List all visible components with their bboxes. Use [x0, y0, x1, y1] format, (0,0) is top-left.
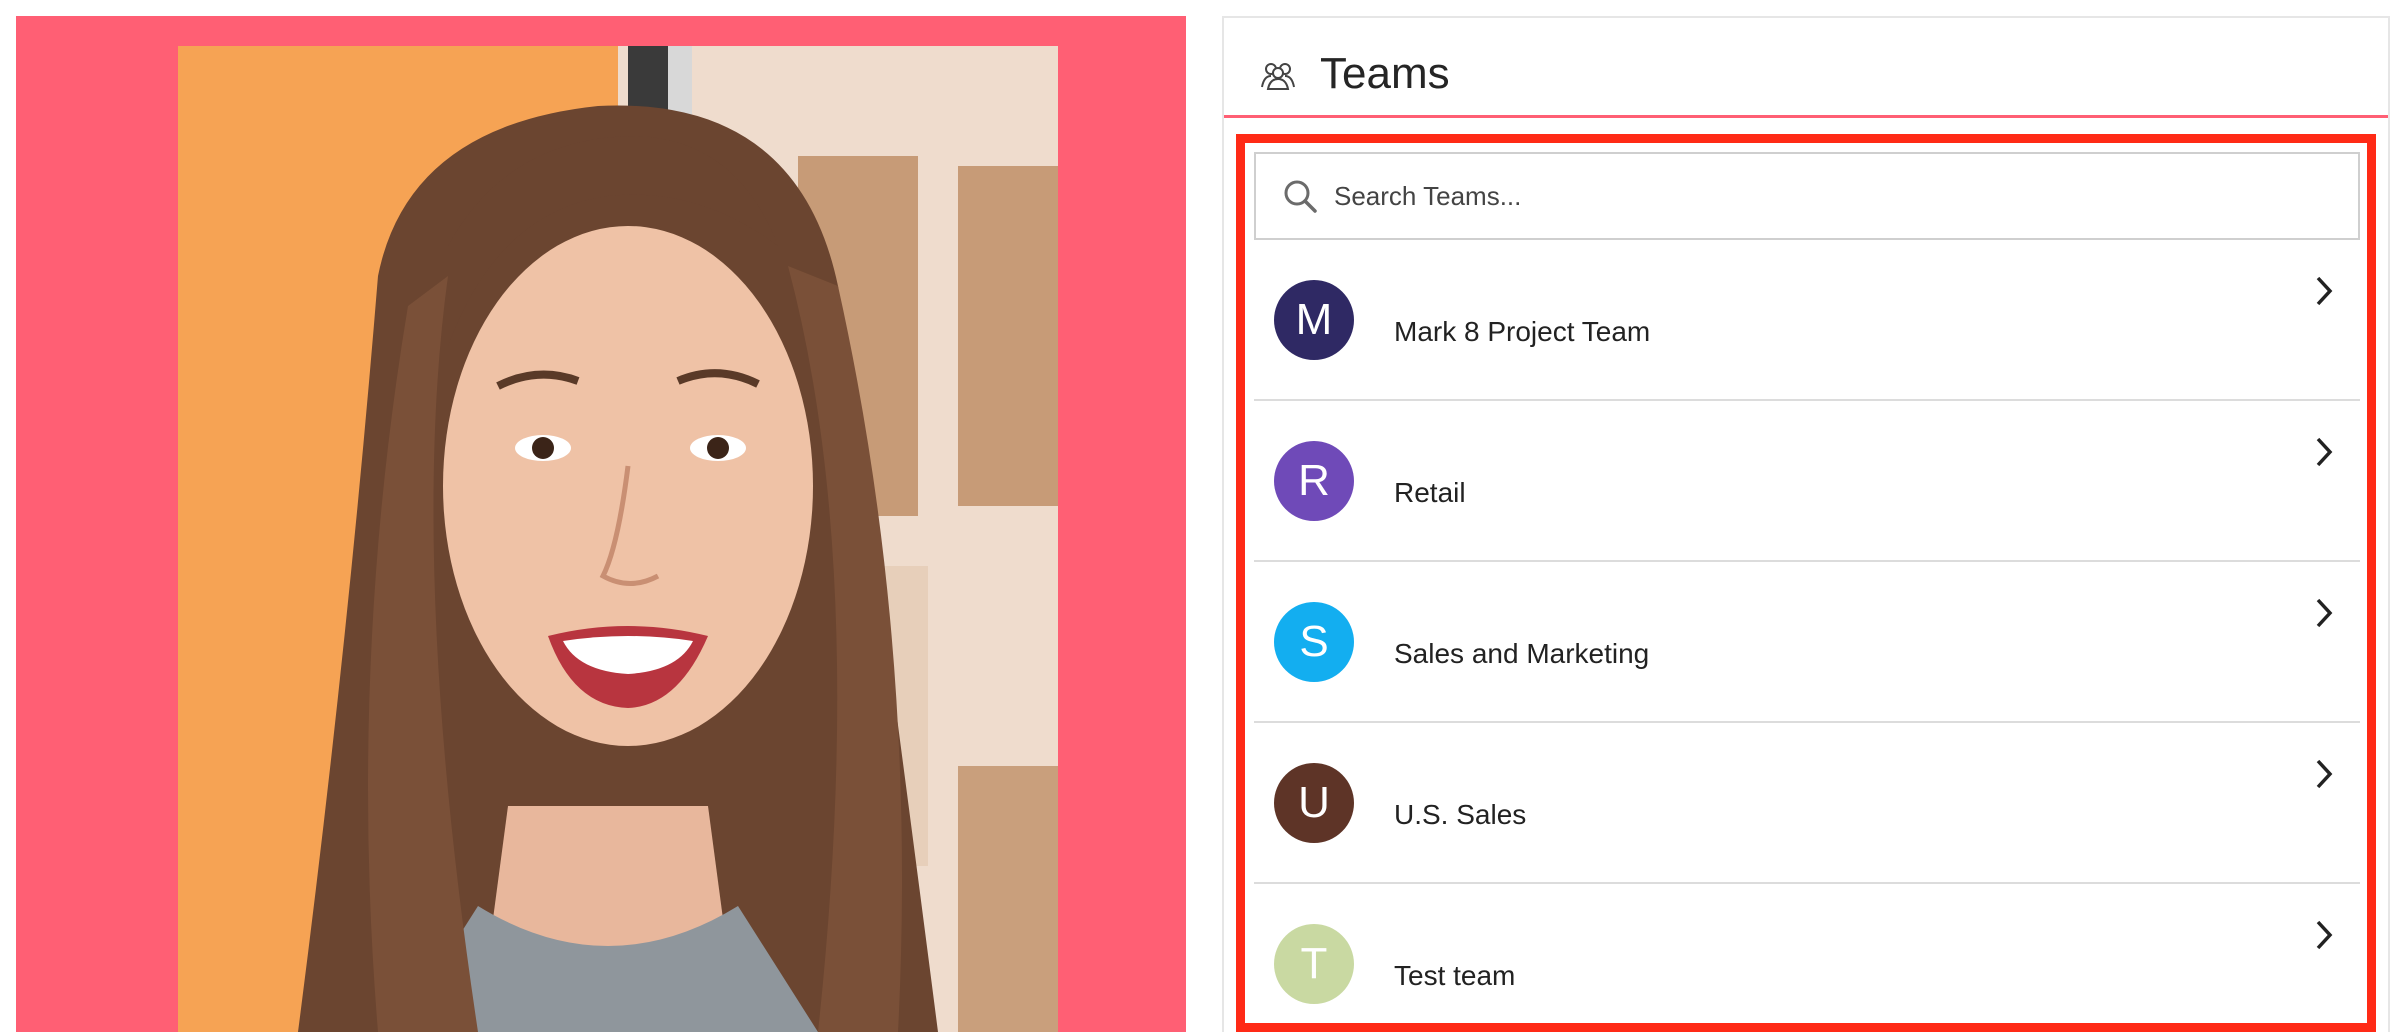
- chevron-right-icon[interactable]: [2314, 757, 2334, 791]
- team-list: M Mark 8 Project Team R Retail S Sales a…: [1254, 240, 2360, 1024]
- avatar: M: [1274, 280, 1354, 360]
- search-box[interactable]: [1254, 152, 2360, 240]
- avatar: S: [1274, 602, 1354, 682]
- people-group-icon: [1261, 63, 1295, 90]
- chevron-right-icon[interactable]: [2314, 918, 2334, 952]
- chevron-right-icon[interactable]: [2314, 596, 2334, 630]
- team-row[interactable]: M Mark 8 Project Team: [1254, 240, 2360, 401]
- avatar: U: [1274, 763, 1354, 843]
- profile-photo-image: [178, 46, 1058, 1032]
- chevron-right-icon[interactable]: [2314, 435, 2334, 469]
- app-root: Teams M Mark 8 Project Team R Retail: [0, 0, 2406, 1032]
- avatar: R: [1274, 441, 1354, 521]
- photo-panel: [16, 16, 1186, 1032]
- profile-photo: [178, 46, 1058, 1032]
- search-icon[interactable]: [1282, 178, 1318, 214]
- page-title: Teams: [1320, 49, 1450, 98]
- team-row[interactable]: S Sales and Marketing: [1254, 562, 2360, 723]
- team-name: Sales and Marketing: [1394, 638, 1650, 669]
- team-name: U.S. Sales: [1394, 799, 1527, 830]
- team-name: Test team: [1394, 960, 1516, 991]
- team-row[interactable]: U U.S. Sales: [1254, 723, 2360, 884]
- chevron-right-icon[interactable]: [2314, 274, 2334, 308]
- team-name: Mark 8 Project Team: [1394, 316, 1651, 347]
- teams-panel: Teams M Mark 8 Project Team R Retail: [1222, 16, 2390, 1032]
- avatar: T: [1274, 924, 1354, 1004]
- team-row[interactable]: R Retail: [1254, 401, 2360, 562]
- team-name: Retail: [1394, 477, 1466, 508]
- search-input[interactable]: [1334, 170, 2314, 222]
- teams-header: Teams: [1224, 18, 2388, 118]
- team-row[interactable]: T Test team: [1254, 884, 2360, 1024]
